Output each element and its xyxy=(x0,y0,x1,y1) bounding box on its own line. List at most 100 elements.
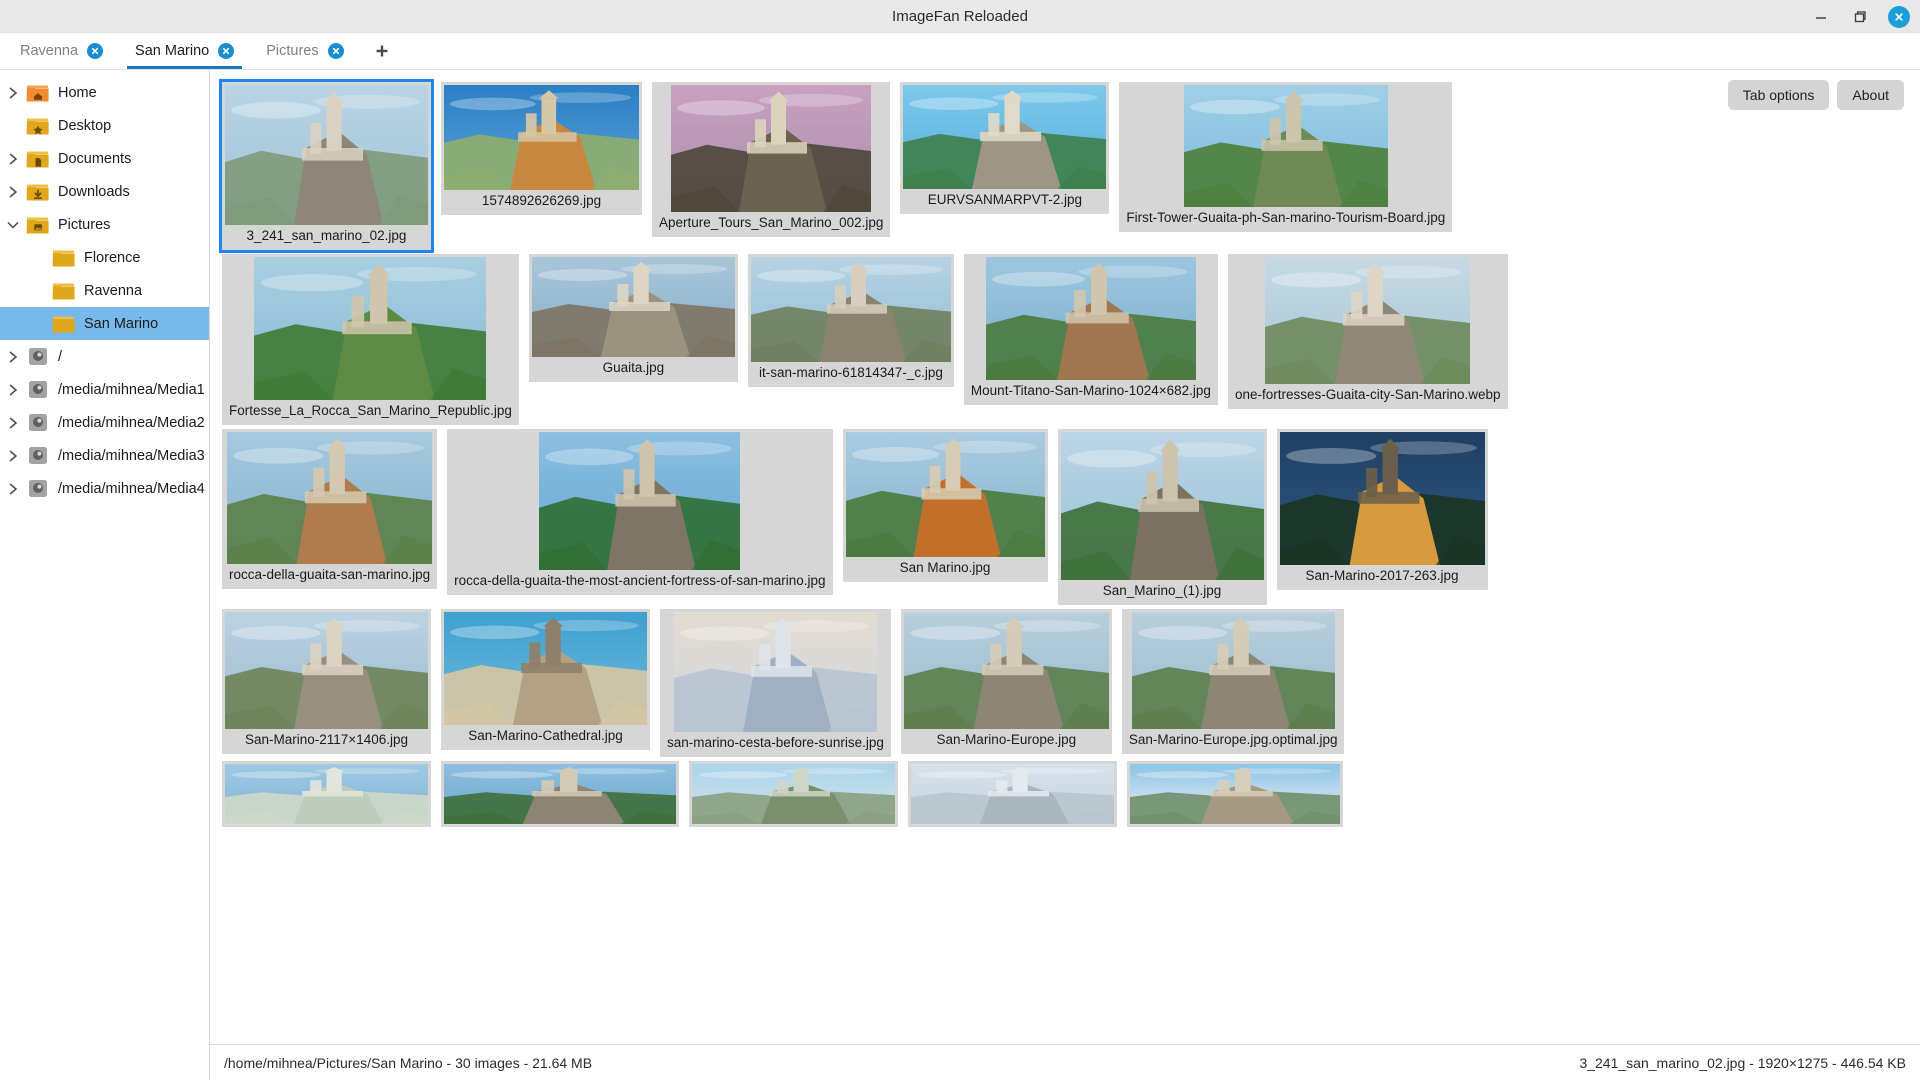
maximize-icon[interactable] xyxy=(1849,6,1871,28)
folder-icon xyxy=(52,248,76,267)
home-folder-icon xyxy=(26,83,50,102)
thumbnail-item[interactable]: San-Marino-Cathedral.jpg xyxy=(441,609,650,750)
chevron-right-icon[interactable] xyxy=(0,449,26,463)
thumbnail-caption: San_Marino_(1).jpg xyxy=(1102,583,1222,598)
sidebar-item-pictures[interactable]: Pictures xyxy=(0,208,209,241)
thumbnail-row xyxy=(222,761,1910,827)
chevron-down-icon[interactable] xyxy=(0,220,26,230)
chevron-right-icon[interactable] xyxy=(0,86,26,100)
thumbnail-image xyxy=(227,432,433,564)
thumbnail-item[interactable]: one-fortresses-Guaita-city-San-Marino.we… xyxy=(1227,254,1508,409)
sidebar-item-label: Florence xyxy=(84,249,141,266)
sidebar-item-desktop[interactable]: Desktop xyxy=(0,109,209,142)
thumbnail-row: San-Marino-2117×1406.jpg San-Marino-Cath… xyxy=(222,609,1910,757)
thumbnail-image xyxy=(444,612,647,725)
thumbnail-image xyxy=(903,612,1109,729)
thumbnail-item[interactable]: First-Tower-Guaita-ph-San-marino-Tourism… xyxy=(1119,82,1453,232)
thumbnail-image xyxy=(444,764,676,824)
tab-bar: Ravenna San Marino Pictures xyxy=(0,33,1920,70)
thumbnail-image xyxy=(985,257,1196,380)
sidebar-item-media1[interactable]: /media/mihnea/Media1 xyxy=(0,373,209,406)
thumbnail-caption: San Marino.jpg xyxy=(899,560,991,575)
thumbnail-caption: 3_241_san_marino_02.jpg xyxy=(246,228,407,243)
tab-pictures[interactable]: Pictures xyxy=(250,33,359,69)
add-tab-button[interactable] xyxy=(360,33,404,69)
thumbnail-caption: 1574892626269.jpg xyxy=(481,193,602,208)
chevron-right-icon[interactable] xyxy=(0,482,26,496)
thumbnail-image xyxy=(673,612,877,732)
downloads-folder-icon xyxy=(26,182,50,201)
tab-close-icon[interactable] xyxy=(87,43,104,59)
tab-ravenna[interactable]: Ravenna xyxy=(4,33,119,69)
thumbnail-item[interactable] xyxy=(689,761,898,827)
chevron-right-icon[interactable] xyxy=(0,185,26,199)
thumbnail-caption: San-Marino-Europe.jpg xyxy=(936,732,1077,747)
sidebar-item-home[interactable]: Home xyxy=(0,76,209,109)
thumbnail-item[interactable]: Aperture_Tours_San_Marino_002.jpg xyxy=(652,82,891,237)
thumbnail-item[interactable]: San-Marino-2017-263.jpg xyxy=(1276,429,1488,590)
thumbnail-item[interactable] xyxy=(1127,761,1343,827)
thumbnail-item[interactable]: rocca-della-guaita-san-marino.jpg xyxy=(222,429,438,589)
thumbnail-item[interactable]: it-san-marino-61814347-_c.jpg xyxy=(747,254,954,387)
tab-close-icon[interactable] xyxy=(218,43,235,59)
sidebar-item-root[interactable]: / xyxy=(0,340,209,373)
sidebar-item-san-marino[interactable]: San Marino xyxy=(0,307,209,340)
sidebar-item-florence[interactable]: Florence xyxy=(0,241,209,274)
sidebar-item-documents[interactable]: Documents xyxy=(0,142,209,175)
close-icon[interactable] xyxy=(1888,5,1910,28)
sidebar-item-ravenna[interactable]: Ravenna xyxy=(0,274,209,307)
tab-san-marino[interactable]: San Marino xyxy=(119,33,250,69)
thumbnail-item[interactable]: San-Marino-Europe.jpg.optimal.jpg xyxy=(1121,609,1345,754)
thumbnail-caption: rocca-della-guaita-the-most-ancient-fort… xyxy=(454,573,826,588)
chevron-right-icon[interactable] xyxy=(0,416,26,430)
thumbnail-image xyxy=(1279,432,1485,565)
thumbnail-item[interactable] xyxy=(222,761,431,827)
tab-options-button[interactable]: Tab options xyxy=(1727,80,1830,110)
window-controls xyxy=(1810,0,1910,33)
thumbnail-row: Fortesse_La_Rocca_San_Marino_Republic.jp… xyxy=(222,254,1910,425)
chevron-right-icon[interactable] xyxy=(0,383,26,397)
tab-close-icon[interactable] xyxy=(327,43,344,59)
sidebar-item-media3[interactable]: /media/mihnea/Media3 xyxy=(0,439,209,472)
thumbnail-item[interactable]: Guaita.jpg xyxy=(528,254,738,382)
drive-icon xyxy=(26,347,50,366)
chevron-right-icon[interactable] xyxy=(0,350,26,364)
thumbnail-caption: San-Marino-2017-263.jpg xyxy=(1305,568,1459,583)
thumbnail-item[interactable]: Mount-Titano-San-Marino-1024×682.jpg xyxy=(963,254,1218,405)
thumbnail-item[interactable]: rocca-della-guaita-the-most-ancient-fort… xyxy=(447,429,833,595)
thumbnail-item-selected[interactable]: 3_241_san_marino_02.jpg xyxy=(219,79,434,253)
thumbnail-image xyxy=(254,257,487,400)
sidebar-item-label: Home xyxy=(58,84,97,101)
folder-tree-sidebar[interactable]: Home Desktop Documents Downloads Picture… xyxy=(0,70,210,1080)
thumbnail-item[interactable]: San-Marino-2117×1406.jpg xyxy=(222,609,431,754)
sidebar-item-media2[interactable]: /media/mihnea/Media2 xyxy=(0,406,209,439)
chevron-right-icon[interactable] xyxy=(0,152,26,166)
minimize-icon[interactable] xyxy=(1810,6,1832,28)
thumbnail-item[interactable] xyxy=(908,761,1117,827)
sidebar-item-media4[interactable]: /media/mihnea/Media4 xyxy=(0,472,209,505)
thumbnail-item[interactable]: Fortesse_La_Rocca_San_Marino_Republic.jp… xyxy=(222,254,519,425)
thumbnail-item[interactable]: San_Marino_(1).jpg xyxy=(1057,429,1267,605)
sidebar-item-downloads[interactable]: Downloads xyxy=(0,175,209,208)
about-button[interactable]: About xyxy=(1837,80,1904,110)
sidebar-item-label: Desktop xyxy=(58,117,112,134)
thumbnail-image xyxy=(903,85,1107,189)
thumbnail-caption: one-fortresses-Guaita-city-San-Marino.we… xyxy=(1234,387,1501,402)
thumbnail-image xyxy=(911,764,1114,824)
tab-label: Pictures xyxy=(266,43,319,59)
thumbnail-item[interactable]: 1574892626269.jpg xyxy=(441,82,642,215)
tab-label: Ravenna xyxy=(20,43,79,59)
sidebar-item-label: Pictures xyxy=(58,216,111,233)
thumbnail-caption: it-san-marino-61814347-_c.jpg xyxy=(758,365,943,380)
sidebar-item-label: / xyxy=(58,348,63,365)
thumbnail-item[interactable]: San Marino.jpg xyxy=(842,429,1048,582)
thumbnail-item[interactable] xyxy=(441,761,679,827)
thumbnail-image xyxy=(1265,257,1471,384)
title-bar: ImageFan Reloaded xyxy=(0,0,1920,33)
thumbnail-item[interactable]: san-marino-cesta-before-sunrise.jpg xyxy=(660,609,891,757)
drive-icon xyxy=(26,380,50,399)
sidebar-item-label: /media/mihnea/Media4 xyxy=(58,480,205,497)
thumbnail-item[interactable]: San-Marino-Europe.jpg xyxy=(900,609,1112,754)
thumbnail-item[interactable]: EURVSANMARPVT-2.jpg xyxy=(900,82,1110,214)
thumbnail-image xyxy=(692,764,895,824)
